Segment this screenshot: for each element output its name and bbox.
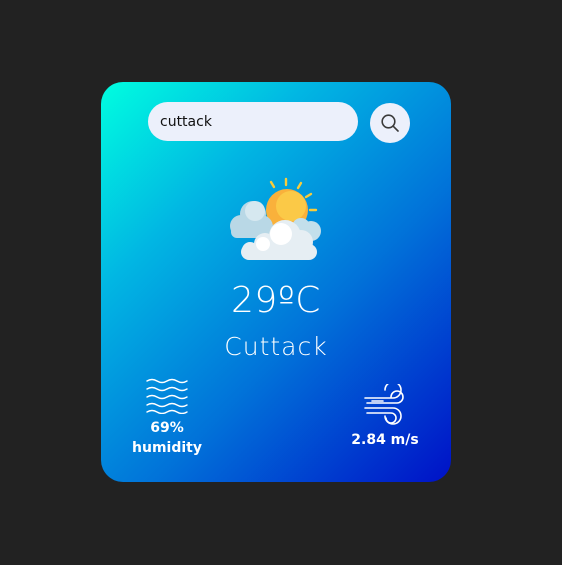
search-input[interactable]: [148, 102, 358, 141]
temperature: 29ºC: [231, 280, 321, 321]
city-name: Cuttack: [224, 332, 328, 361]
wind-stat: 2.84 m/s: [339, 381, 431, 450]
wind-icon: [364, 381, 404, 425]
search-icon: [381, 114, 399, 132]
humidity-value: 69%: [150, 420, 184, 436]
weather-card: 29ºC Cuttack 69% humidity 2.84 m/s: [101, 82, 451, 482]
wind-speed-value: 2.84 m/s: [351, 432, 419, 448]
humidity-waves-icon: [146, 378, 188, 415]
partly-cloudy-icon: [230, 177, 321, 260]
search-button[interactable]: [370, 103, 410, 143]
humidity-label: humidity: [132, 440, 202, 456]
humidity-stat: 69% humidity: [121, 378, 213, 458]
